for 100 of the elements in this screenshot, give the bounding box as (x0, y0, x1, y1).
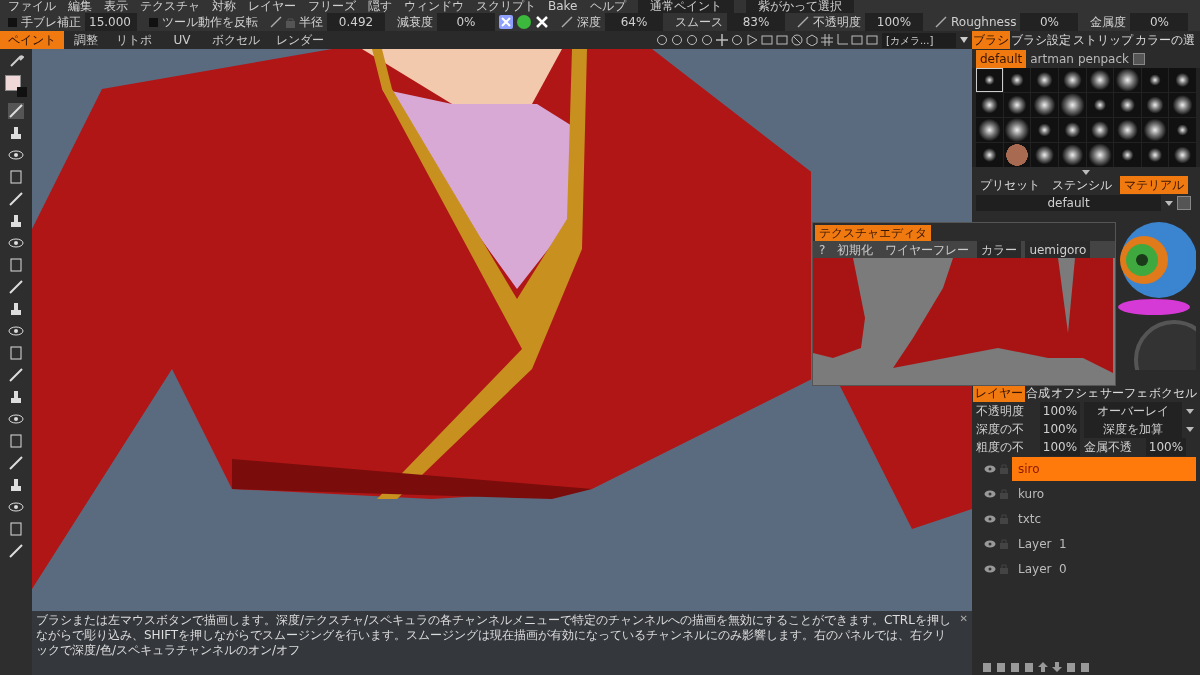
document-icon[interactable] (8, 345, 24, 361)
tab[interactable]: 合成 (1026, 384, 1050, 402)
value-field[interactable]: 0.492 (327, 13, 385, 31)
brush-preview[interactable] (1169, 118, 1196, 142)
value-field[interactable]: 100% (865, 13, 923, 31)
menu-item[interactable]: スクリプト (476, 0, 536, 13)
tab[interactable]: 調整 (64, 31, 108, 49)
brush-preview[interactable] (1086, 68, 1114, 92)
brush-preview[interactable] (1058, 68, 1086, 92)
cube-icon[interactable] (806, 34, 818, 46)
tab[interactable]: マテリアル (1120, 176, 1188, 194)
tab[interactable]: UV (160, 31, 204, 49)
brush-preview[interactable] (1031, 68, 1058, 92)
value-field[interactable]: 0% (437, 13, 495, 31)
tab[interactable]: ブラシ (972, 31, 1010, 49)
material-dropdown[interactable]: default (976, 195, 1161, 211)
caret-icon[interactable] (1186, 408, 1194, 414)
color-swatch[interactable] (5, 75, 27, 97)
brush-preview[interactable] (1003, 68, 1031, 92)
close-button[interactable]: ✕ (959, 613, 968, 625)
value-field[interactable]: 83% (727, 13, 785, 31)
layer-item[interactable]: txtc (1012, 507, 1200, 531)
brush-preview[interactable] (1141, 143, 1169, 167)
blend-dropdown[interactable]: 深度を加算 (1084, 420, 1182, 438)
caret-icon[interactable] (1186, 426, 1194, 432)
value-field[interactable]: 0% (1020, 13, 1079, 31)
pen-icon[interactable] (935, 16, 947, 28)
eye-icon[interactable] (8, 147, 24, 163)
eye-icon[interactable] (984, 515, 996, 523)
tab[interactable]: ボクセル (1149, 384, 1197, 402)
eye-icon[interactable] (8, 235, 24, 251)
menu-item[interactable]: 隠す (368, 0, 392, 13)
brush-preview[interactable] (1114, 68, 1141, 92)
eye-icon[interactable] (984, 465, 996, 473)
ban-icon[interactable] (791, 34, 803, 46)
tab[interactable]: レンダー (268, 31, 332, 49)
brush-preview[interactable] (1058, 93, 1086, 117)
document-icon[interactable] (8, 521, 24, 537)
tab[interactable]: ペイント (0, 31, 64, 49)
sphere-icon[interactable] (517, 15, 531, 29)
caret-icon[interactable] (1082, 169, 1090, 175)
caret-icon[interactable] (1165, 200, 1173, 206)
menu-item[interactable]: 表示 (104, 0, 128, 13)
value-field[interactable]: 100% (1146, 438, 1186, 456)
document-icon[interactable] (8, 169, 24, 185)
dropdown[interactable]: uemigoro (1025, 240, 1091, 259)
down-arrow-icon[interactable] (1052, 662, 1062, 672)
toolbar-button[interactable]: 初期化 (833, 240, 878, 259)
pen-icon[interactable] (270, 16, 282, 28)
brush-preview[interactable] (1114, 118, 1141, 142)
stamp-icon[interactable] (8, 389, 24, 405)
brush-preview[interactable] (1141, 93, 1169, 117)
brush-preview[interactable] (1141, 68, 1169, 92)
stamp-icon[interactable] (8, 125, 24, 141)
tab[interactable]: オフシェ (1051, 384, 1099, 402)
menu-item[interactable]: ファイル (8, 0, 56, 13)
brush-preview[interactable] (1086, 93, 1114, 117)
blend-dropdown[interactable]: オーバーレイ (1084, 402, 1182, 420)
tab[interactable]: サーフェ (1100, 384, 1148, 402)
axis-icon[interactable] (836, 34, 848, 46)
stamp-icon[interactable] (8, 301, 24, 317)
brush-preview[interactable] (1169, 143, 1196, 167)
tab[interactable]: リトポ (108, 31, 160, 49)
brush-preview[interactable] (1031, 143, 1058, 167)
tab[interactable]: penpack (1077, 50, 1129, 68)
layer-item[interactable]: Layer 1 (1012, 532, 1200, 556)
menu-item[interactable]: ヘルプ (589, 0, 626, 13)
pen-icon[interactable] (561, 16, 573, 28)
value-field[interactable]: 15.000 (85, 13, 137, 31)
brush-preview[interactable] (1031, 118, 1058, 142)
mode-dropdown[interactable]: 紫がかって選択 (745, 0, 854, 13)
layer-item[interactable]: kuro (1012, 482, 1200, 506)
layer-item[interactable]: siro (1012, 457, 1196, 481)
circle-icon[interactable] (731, 34, 743, 46)
circle-icon[interactable] (701, 34, 713, 46)
brush-preview[interactable] (1169, 93, 1196, 117)
value-field[interactable]: 100% (1040, 402, 1080, 420)
mode-dropdown[interactable]: 通常ペイント (637, 0, 734, 13)
brush-preview[interactable] (1058, 143, 1086, 167)
tab[interactable]: ボクセル (204, 31, 268, 49)
document-icon[interactable] (982, 662, 992, 672)
triangle-icon[interactable] (746, 34, 758, 46)
brush-preview[interactable] (976, 93, 1003, 117)
tab[interactable]: カラーの選 (1134, 31, 1196, 49)
close-icon[interactable] (535, 15, 549, 29)
checkbox[interactable] (8, 17, 17, 27)
brush-preview[interactable] (1058, 118, 1086, 142)
tab[interactable]: artman (1030, 50, 1074, 68)
brush-preview[interactable] (976, 118, 1003, 142)
menu-item[interactable]: Bake (548, 0, 578, 13)
menu-item[interactable]: フリーズ (308, 0, 356, 13)
menu-item[interactable]: レイヤー (248, 0, 296, 13)
toolbar-button[interactable]: ワイヤーフレー (881, 240, 974, 259)
eye-icon[interactable] (984, 490, 996, 498)
value-field[interactable]: 100% (1040, 438, 1080, 456)
menu-item[interactable]: 編集 (68, 0, 92, 13)
circle-icon[interactable] (656, 34, 668, 46)
cross-icon[interactable] (716, 34, 728, 46)
value-field[interactable]: 0% (1130, 13, 1189, 31)
brush-preview[interactable] (976, 68, 1003, 92)
